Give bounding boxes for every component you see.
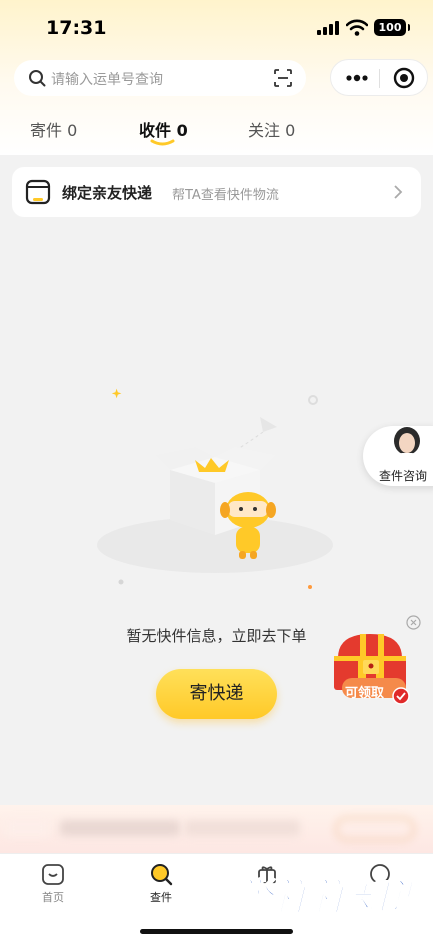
capsule-divider <box>379 69 380 88</box>
promo-blur-1 <box>5 819 50 837</box>
empty-box-illustration <box>97 388 333 589</box>
home-bag-icon <box>42 864 64 885</box>
tabbar-home[interactable]: 首页 <box>23 862 83 905</box>
tabbar-home-label: 首页 <box>42 891 64 904</box>
status-time: 17:31 <box>46 17 107 39</box>
tab-follow-label: 关注 <box>248 121 281 140</box>
wifi-icon <box>346 19 368 36</box>
tab-send-count: 0 <box>67 121 78 140</box>
cellular-signal-icon <box>317 21 339 35</box>
tab-send-label: 寄件 <box>30 121 63 140</box>
home-indicator <box>140 929 293 934</box>
search-bar[interactable]: 请输入运单号查询 <box>14 60 306 96</box>
tab-follow[interactable]: 关注 0 <box>248 117 295 141</box>
close-mini-program-icon[interactable] <box>393 67 415 89</box>
bind-card-title: 绑定亲友快递 <box>62 184 153 202</box>
search-icon <box>29 70 46 87</box>
bind-friend-express-card[interactable]: 绑定亲友快递 帮TA查看快件物流 <box>12 167 421 217</box>
promo-blur-3 <box>185 820 300 836</box>
scan-icon[interactable] <box>274 69 292 87</box>
agent-avatar-icon <box>394 427 420 459</box>
promo-blur-button <box>335 817 415 841</box>
bind-card-subtitle: 帮TA查看快件物流 <box>172 188 279 203</box>
battery-icon: 100 <box>374 19 410 36</box>
parcel-consult-button[interactable]: 查件咨询 <box>363 426 433 486</box>
tab-receive[interactable]: 收件 0 <box>139 117 188 141</box>
active-tab-indicator <box>150 139 175 146</box>
track-search-icon <box>151 864 173 886</box>
svg-text:誉祥祥知识: 誉祥祥知识 <box>235 875 413 919</box>
watermark-logo: 誉祥祥知识 <box>234 874 413 920</box>
tab-send[interactable]: 寄件 0 <box>30 117 77 141</box>
close-treasure-icon[interactable] <box>406 615 421 630</box>
promo-blur-2 <box>60 820 180 836</box>
tabbar-track-label: 查件 <box>150 891 172 904</box>
promo-banner[interactable] <box>0 805 433 853</box>
tab-receive-label: 收件 <box>139 121 172 140</box>
status-bar: 17:31 100 <box>0 0 433 56</box>
send-express-button[interactable]: 寄快递 <box>156 669 277 719</box>
treasure-label: 可领取 <box>345 686 385 701</box>
package-bag-icon <box>25 179 51 205</box>
tabbar-track[interactable]: 查件 <box>131 862 191 905</box>
more-icon[interactable] <box>345 72 369 84</box>
chevron-right-icon <box>394 185 403 199</box>
tab-receive-count: 0 <box>176 121 188 140</box>
mini-program-capsule <box>330 59 428 96</box>
parcel-consult-label: 查件咨询 <box>379 469 428 483</box>
battery-level: 100 <box>378 21 402 34</box>
tab-follow-count: 0 <box>285 121 296 140</box>
search-placeholder: 请输入运单号查询 <box>51 72 163 88</box>
